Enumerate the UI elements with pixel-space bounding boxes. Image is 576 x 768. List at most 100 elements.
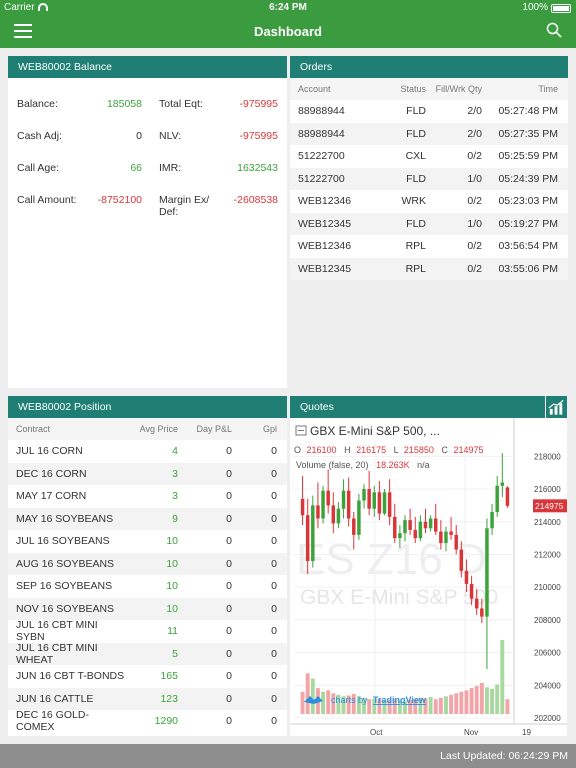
order-row[interactable]: 88988944 FLD 2/0 05:27:48 PM bbox=[290, 100, 568, 123]
position-row[interactable]: SEP 16 SOYBEANS 10 0 0 bbox=[8, 575, 287, 598]
volume-bar bbox=[433, 699, 438, 714]
candle-body bbox=[428, 518, 433, 529]
position-row[interactable]: JUL 16 CBT MINI WHEAT 5 0 0 bbox=[8, 641, 287, 666]
position-row[interactable]: JUL 16 SOYBEANS 10 0 0 bbox=[8, 530, 287, 553]
order-time: 05:23:03 PM bbox=[498, 195, 558, 208]
position-contract: JUL 16 CBT MINI WHEAT bbox=[16, 641, 98, 666]
svg-text:charts by TradingVie: charts by TradingView bbox=[331, 695, 427, 705]
chart-svg: ES Z16 D GBX E-Mini S&P 500 218000 216000… bbox=[290, 418, 567, 737]
price-tick-label: 218000 bbox=[534, 452, 561, 461]
position-row[interactable]: JUN 16 CATTLE 123 0 0 bbox=[8, 687, 287, 710]
candle-body bbox=[362, 489, 366, 501]
position-day-pnl: 0 bbox=[226, 490, 232, 503]
position-avg-price: 3 bbox=[172, 467, 178, 480]
order-status: RPL bbox=[405, 262, 426, 275]
position-row[interactable]: DEC 16 GOLD-COMEX 1290 0 0 bbox=[8, 709, 287, 733]
balance-value: -2608538 bbox=[233, 194, 278, 206]
col-day-pnl: Day P&L bbox=[196, 424, 232, 434]
volume-bar bbox=[428, 696, 433, 714]
order-time: 03:55:06 PM bbox=[498, 262, 558, 275]
position-contract: NOV 16 SOYBEANS bbox=[16, 602, 115, 615]
candle-body bbox=[495, 485, 499, 512]
volume-bar bbox=[495, 684, 500, 714]
position-row[interactable]: JUL 16 CBT MINI SYBN 11 0 0 bbox=[8, 619, 287, 643]
position-gpl: 0 bbox=[271, 670, 277, 683]
position-contract: JUL 16 CORN bbox=[16, 445, 83, 458]
candle-body bbox=[408, 520, 412, 530]
candle-body bbox=[418, 521, 423, 539]
col-gpl: Gpl bbox=[262, 424, 277, 434]
order-status: WRK bbox=[401, 195, 427, 208]
position-row[interactable]: NOV 16 SOYBEANS 10 0 0 bbox=[8, 597, 287, 620]
candle-body bbox=[382, 492, 387, 514]
order-status: FLD bbox=[406, 172, 426, 185]
nav-bar: Dashboard bbox=[0, 16, 576, 48]
position-gpl: 0 bbox=[271, 467, 277, 480]
footer-bar: Last Updated: 06:24:29 PM bbox=[0, 744, 576, 768]
balance-panel: WEB80002 Balance Balance: 185058 Total Eqt… bbox=[8, 56, 287, 388]
order-row[interactable]: 51222700 CXL 0/2 05:25:59 PM bbox=[290, 145, 568, 168]
balance-value: 66 bbox=[130, 162, 142, 174]
position-avg-price: 9 bbox=[172, 512, 178, 525]
order-fill-qty: 1/0 bbox=[467, 217, 482, 230]
candle-body bbox=[449, 531, 453, 535]
chart-icon[interactable] bbox=[545, 396, 567, 418]
chart-volume-legend: Volume (false, 20) 18.263K n/a bbox=[296, 460, 430, 470]
balance-label: Total Eqt: bbox=[159, 98, 203, 110]
position-day-pnl: 0 bbox=[226, 467, 232, 480]
quotes-header: Quotes bbox=[290, 396, 567, 418]
volume-bar bbox=[490, 688, 495, 714]
col-fill-wrk-qty: Fill/Wrk Qty bbox=[435, 84, 482, 94]
position-avg-price: 4 bbox=[172, 445, 178, 458]
order-row[interactable]: WEB12345 FLD 1/0 05:19:27 PM bbox=[290, 212, 568, 235]
order-account: WEB12345 bbox=[298, 217, 352, 230]
balance-header: WEB80002 Balance bbox=[8, 56, 287, 78]
candle-body bbox=[490, 511, 494, 529]
candle-body bbox=[505, 487, 510, 506]
position-day-pnl: 0 bbox=[226, 692, 232, 705]
position-day-pnl: 0 bbox=[226, 580, 232, 593]
orders-panel: Orders Account Status Fill/Wrk Qty Time … bbox=[290, 56, 568, 388]
orders-header: Orders bbox=[290, 56, 568, 78]
position-row[interactable]: JUN 16 CBT T-BONDS 165 0 0 bbox=[8, 665, 287, 688]
candle-body bbox=[357, 500, 361, 535]
order-time: 03:56:54 PM bbox=[498, 240, 558, 253]
candle-body bbox=[331, 505, 336, 524]
candle-body bbox=[346, 490, 351, 519]
candle-body bbox=[464, 570, 469, 584]
position-column-headers: Contract Avg Price Day P&L Gpl bbox=[8, 418, 287, 440]
position-day-pnl: 0 bbox=[226, 445, 232, 458]
position-row[interactable]: DEC 16 CORN 3 0 0 bbox=[8, 462, 287, 485]
col-avg-price: Avg Price bbox=[139, 424, 178, 434]
candle-body bbox=[485, 528, 489, 617]
order-row[interactable]: WEB12346 RPL 0/2 03:56:54 PM bbox=[290, 235, 568, 258]
volume-bar bbox=[479, 682, 484, 714]
order-fill-qty: 2/0 bbox=[467, 127, 482, 140]
position-gpl: 0 bbox=[271, 602, 277, 615]
position-row[interactable]: AUG 16 SOYBEANS 10 0 0 bbox=[8, 552, 287, 575]
volume-bar bbox=[449, 694, 454, 714]
position-gpl: 0 bbox=[271, 715, 277, 728]
order-fill-qty: 0/2 bbox=[467, 240, 482, 253]
price-tick-label: 208000 bbox=[534, 616, 561, 625]
position-contract: AUG 16 SOYBEANS bbox=[16, 557, 115, 570]
balance-value: -8752100 bbox=[97, 194, 142, 206]
position-day-pnl: 0 bbox=[226, 557, 232, 570]
candle-body bbox=[372, 492, 377, 509]
position-row[interactable]: JUL 16 CORN 4 0 0 bbox=[8, 440, 287, 463]
order-row[interactable]: WEB12346 WRK 0/2 05:23:03 PM bbox=[290, 190, 568, 213]
position-gpl: 0 bbox=[271, 512, 277, 525]
candle-body bbox=[352, 518, 356, 535]
position-gpl: 0 bbox=[271, 557, 277, 570]
position-day-pnl: 0 bbox=[226, 715, 232, 728]
col-status: Status bbox=[400, 84, 426, 94]
order-row[interactable]: 88988944 FLD 2/0 05:27:35 PM bbox=[290, 122, 568, 145]
search-icon[interactable] bbox=[546, 22, 562, 38]
position-row[interactable]: MAY 16 SOYBEANS 9 0 0 bbox=[8, 507, 287, 530]
order-row[interactable]: WEB12345 RPL 0/2 03:55:06 PM bbox=[290, 257, 568, 280]
price-chart[interactable]: ES Z16 D GBX E-Mini S&P 500 218000 216000… bbox=[290, 418, 567, 737]
order-row[interactable]: 51222700 FLD 1/0 05:24:39 PM bbox=[290, 167, 568, 190]
position-row[interactable]: MAY 17 CORN 3 0 0 bbox=[8, 485, 287, 508]
position-gpl: 0 bbox=[271, 692, 277, 705]
position-gpl: 0 bbox=[271, 647, 277, 660]
